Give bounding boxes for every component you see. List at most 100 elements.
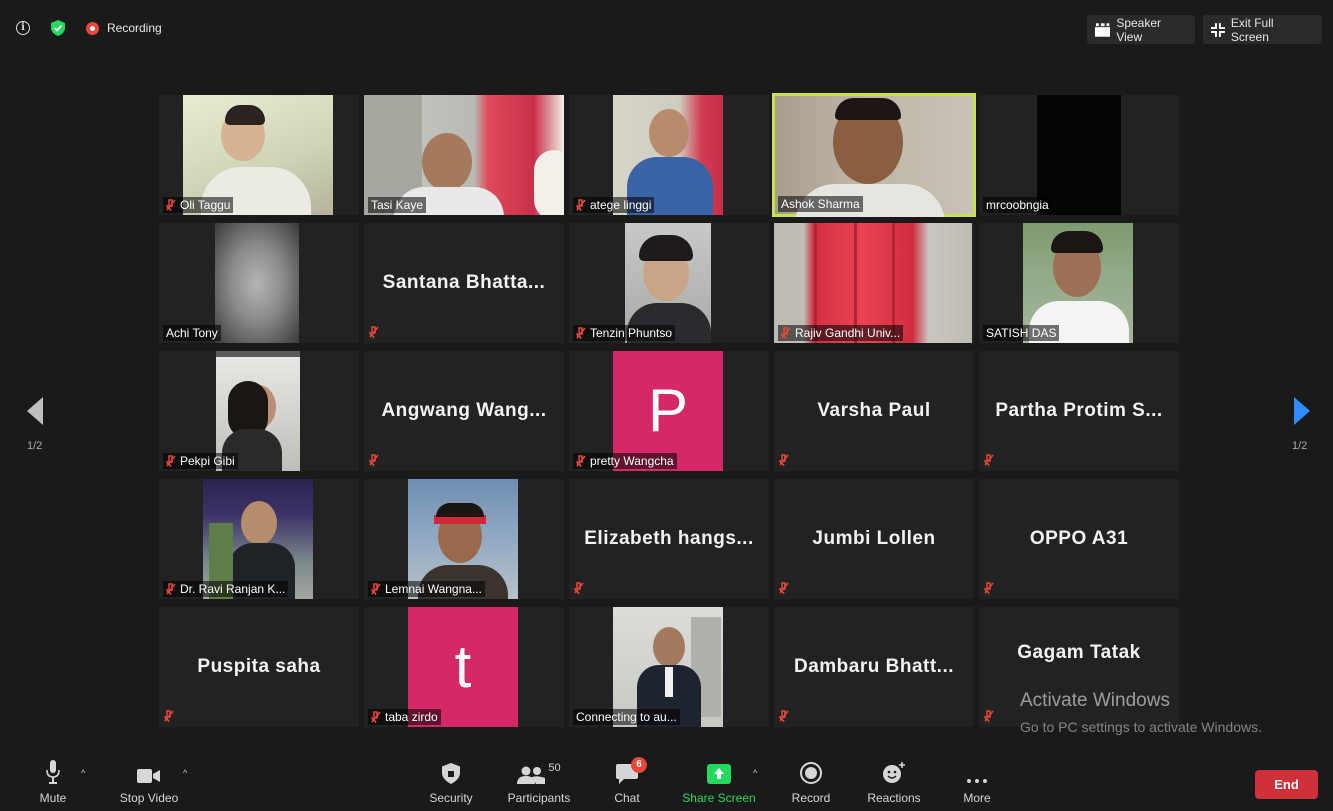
participant-tile[interactable]: SATISH DAS xyxy=(979,223,1179,343)
record-button[interactable]: Record xyxy=(787,750,835,811)
video-camera-icon xyxy=(137,769,160,783)
participant-display-name: Elizabeth hangs... xyxy=(584,528,754,549)
participant-name-label: Ashok Sharma xyxy=(778,196,863,212)
share-screen-button[interactable]: Share Screen xyxy=(679,750,759,811)
participant-tile[interactable]: Varsha Paul xyxy=(774,351,974,471)
more-label: More xyxy=(963,791,991,805)
security-button[interactable]: Security xyxy=(424,750,478,811)
stop-video-button[interactable]: Stop Video xyxy=(113,750,185,811)
muted-mic-icon xyxy=(574,582,584,594)
participant-name-label: Oli Taggu xyxy=(163,197,234,213)
participant-tile-active-speaker[interactable]: Ashok Sharma xyxy=(772,93,976,217)
participant-face xyxy=(241,501,277,545)
participant-name-label: SATISH DAS xyxy=(983,325,1060,341)
participant-face xyxy=(422,133,472,191)
muted-mic-icon xyxy=(166,583,176,595)
participant-tile[interactable]: Pekpi Gibi xyxy=(159,351,359,471)
record-label: Record xyxy=(791,791,831,805)
video-options-chevron-up-icon[interactable]: ^ xyxy=(183,768,187,778)
speaker-view-icon xyxy=(1095,22,1111,37)
participant-tile[interactable]: Dambaru Bhatt... xyxy=(774,607,974,727)
participant-tile[interactable]: Tasi Kaye xyxy=(364,95,564,215)
security-shield-icon xyxy=(442,763,460,784)
microphone-icon xyxy=(46,760,60,784)
mute-button[interactable]: Mute xyxy=(36,750,70,811)
participant-tile[interactable]: Angwang Wang... xyxy=(364,351,564,471)
participant-face xyxy=(649,109,689,157)
participant-display-name: Partha Protim S... xyxy=(995,400,1163,421)
muted-mic-icon xyxy=(779,582,789,594)
stop-video-label: Stop Video xyxy=(119,791,179,805)
chat-unread-badge: 6 xyxy=(631,757,647,773)
participant-name-label: pretty Wangcha xyxy=(573,453,677,469)
participants-button[interactable]: 50 Participants xyxy=(503,750,575,811)
participant-tile[interactable]: Tenzin Phuntso xyxy=(569,223,769,343)
participant-tile[interactable]: Dr. Ravi Ranjan K... xyxy=(159,479,359,599)
muted-mic-icon xyxy=(371,711,381,723)
participant-tile[interactable]: Rajiv Gandhi Univ... xyxy=(774,223,974,343)
participants-icon xyxy=(517,766,546,784)
chat-label: Chat xyxy=(614,791,640,805)
activate-windows-subtitle: Go to PC settings to activate Windows. xyxy=(1020,719,1262,735)
participant-display-name: Puspita saha xyxy=(197,656,321,677)
participant-tile[interactable]: Lemnai Wangna... xyxy=(364,479,564,599)
participant-name-label: Connecting to au... xyxy=(573,709,680,725)
recording-icon xyxy=(86,22,99,35)
previous-page-arrow-icon[interactable] xyxy=(27,397,43,425)
muted-mic-icon xyxy=(984,582,994,594)
reactions-smiley-icon xyxy=(883,762,905,783)
participant-name-label: Lemnai Wangna... xyxy=(368,581,485,597)
participant-name-label: Achi Tony xyxy=(163,325,221,341)
speaker-view-label: Speaker View xyxy=(1116,15,1162,44)
participant-tile[interactable]: atege linggi xyxy=(569,95,769,215)
info-icon[interactable]: i xyxy=(16,21,30,35)
muted-mic-icon xyxy=(779,710,789,722)
reactions-button[interactable]: Reactions xyxy=(862,750,926,811)
participant-tile[interactable]: t taba zirdo xyxy=(364,607,564,727)
participant-display-name: Gagam Tatak xyxy=(1017,641,1141,663)
participant-tile[interactable]: Santana Bhatta... xyxy=(364,223,564,343)
next-page-arrow-icon[interactable] xyxy=(1294,397,1310,425)
muted-mic-icon xyxy=(576,455,586,467)
participant-tile[interactable]: Elizabeth hangs... xyxy=(569,479,769,599)
participant-name-label: taba zirdo xyxy=(368,709,441,725)
exit-full-screen-icon xyxy=(1211,22,1225,37)
participant-tile[interactable]: Jumbi Lollen xyxy=(774,479,974,599)
participant-tile[interactable]: Achi Tony xyxy=(159,223,359,343)
participant-tile[interactable]: Partha Protim S... xyxy=(979,351,1179,471)
end-meeting-button[interactable]: End xyxy=(1255,770,1318,799)
security-label: Security xyxy=(429,791,473,805)
participant-display-name: Angwang Wang... xyxy=(381,400,547,421)
muted-mic-icon xyxy=(779,454,789,466)
muted-mic-icon xyxy=(984,710,994,722)
participant-name-label: Tasi Kaye xyxy=(368,197,427,213)
participant-display-name: Varsha Paul xyxy=(817,400,931,421)
share-options-chevron-up-icon[interactable]: ^ xyxy=(753,768,757,778)
page-indicator-left: 1/2 xyxy=(27,440,43,452)
participant-tile[interactable]: OPPO A31 xyxy=(979,479,1179,599)
muted-mic-icon xyxy=(576,199,586,211)
record-icon xyxy=(800,762,822,784)
exit-full-screen-button[interactable]: Exit Full Screen xyxy=(1203,15,1322,44)
participant-tile[interactable]: Connecting to au... xyxy=(569,607,769,727)
muted-mic-icon xyxy=(371,583,381,595)
audio-options-chevron-up-icon[interactable]: ^ xyxy=(81,768,85,778)
participant-tile[interactable]: P pretty Wangcha xyxy=(569,351,769,471)
more-button[interactable]: More xyxy=(955,750,999,811)
speaker-view-button[interactable]: Speaker View xyxy=(1087,15,1195,44)
muted-mic-icon xyxy=(369,454,379,466)
participant-face xyxy=(653,627,685,667)
exit-full-screen-label: Exit Full Screen xyxy=(1230,15,1274,44)
participant-name-label: atege linggi xyxy=(573,197,655,213)
security-shield-icon[interactable] xyxy=(51,20,65,36)
participant-display-name: Santana Bhatta... xyxy=(382,272,546,293)
participant-tile[interactable]: Oli Taggu xyxy=(159,95,359,215)
muted-mic-icon xyxy=(369,326,379,338)
participant-tile[interactable]: Puspita saha xyxy=(159,607,359,727)
participant-display-name: OPPO A31 xyxy=(1029,528,1129,549)
participant-display-name: Jumbi Lollen xyxy=(812,528,936,549)
participant-tile[interactable]: mrcoobngia xyxy=(979,95,1179,215)
muted-mic-icon xyxy=(166,455,176,467)
recording-label: Recording xyxy=(107,21,162,35)
reactions-label: Reactions xyxy=(867,791,921,805)
